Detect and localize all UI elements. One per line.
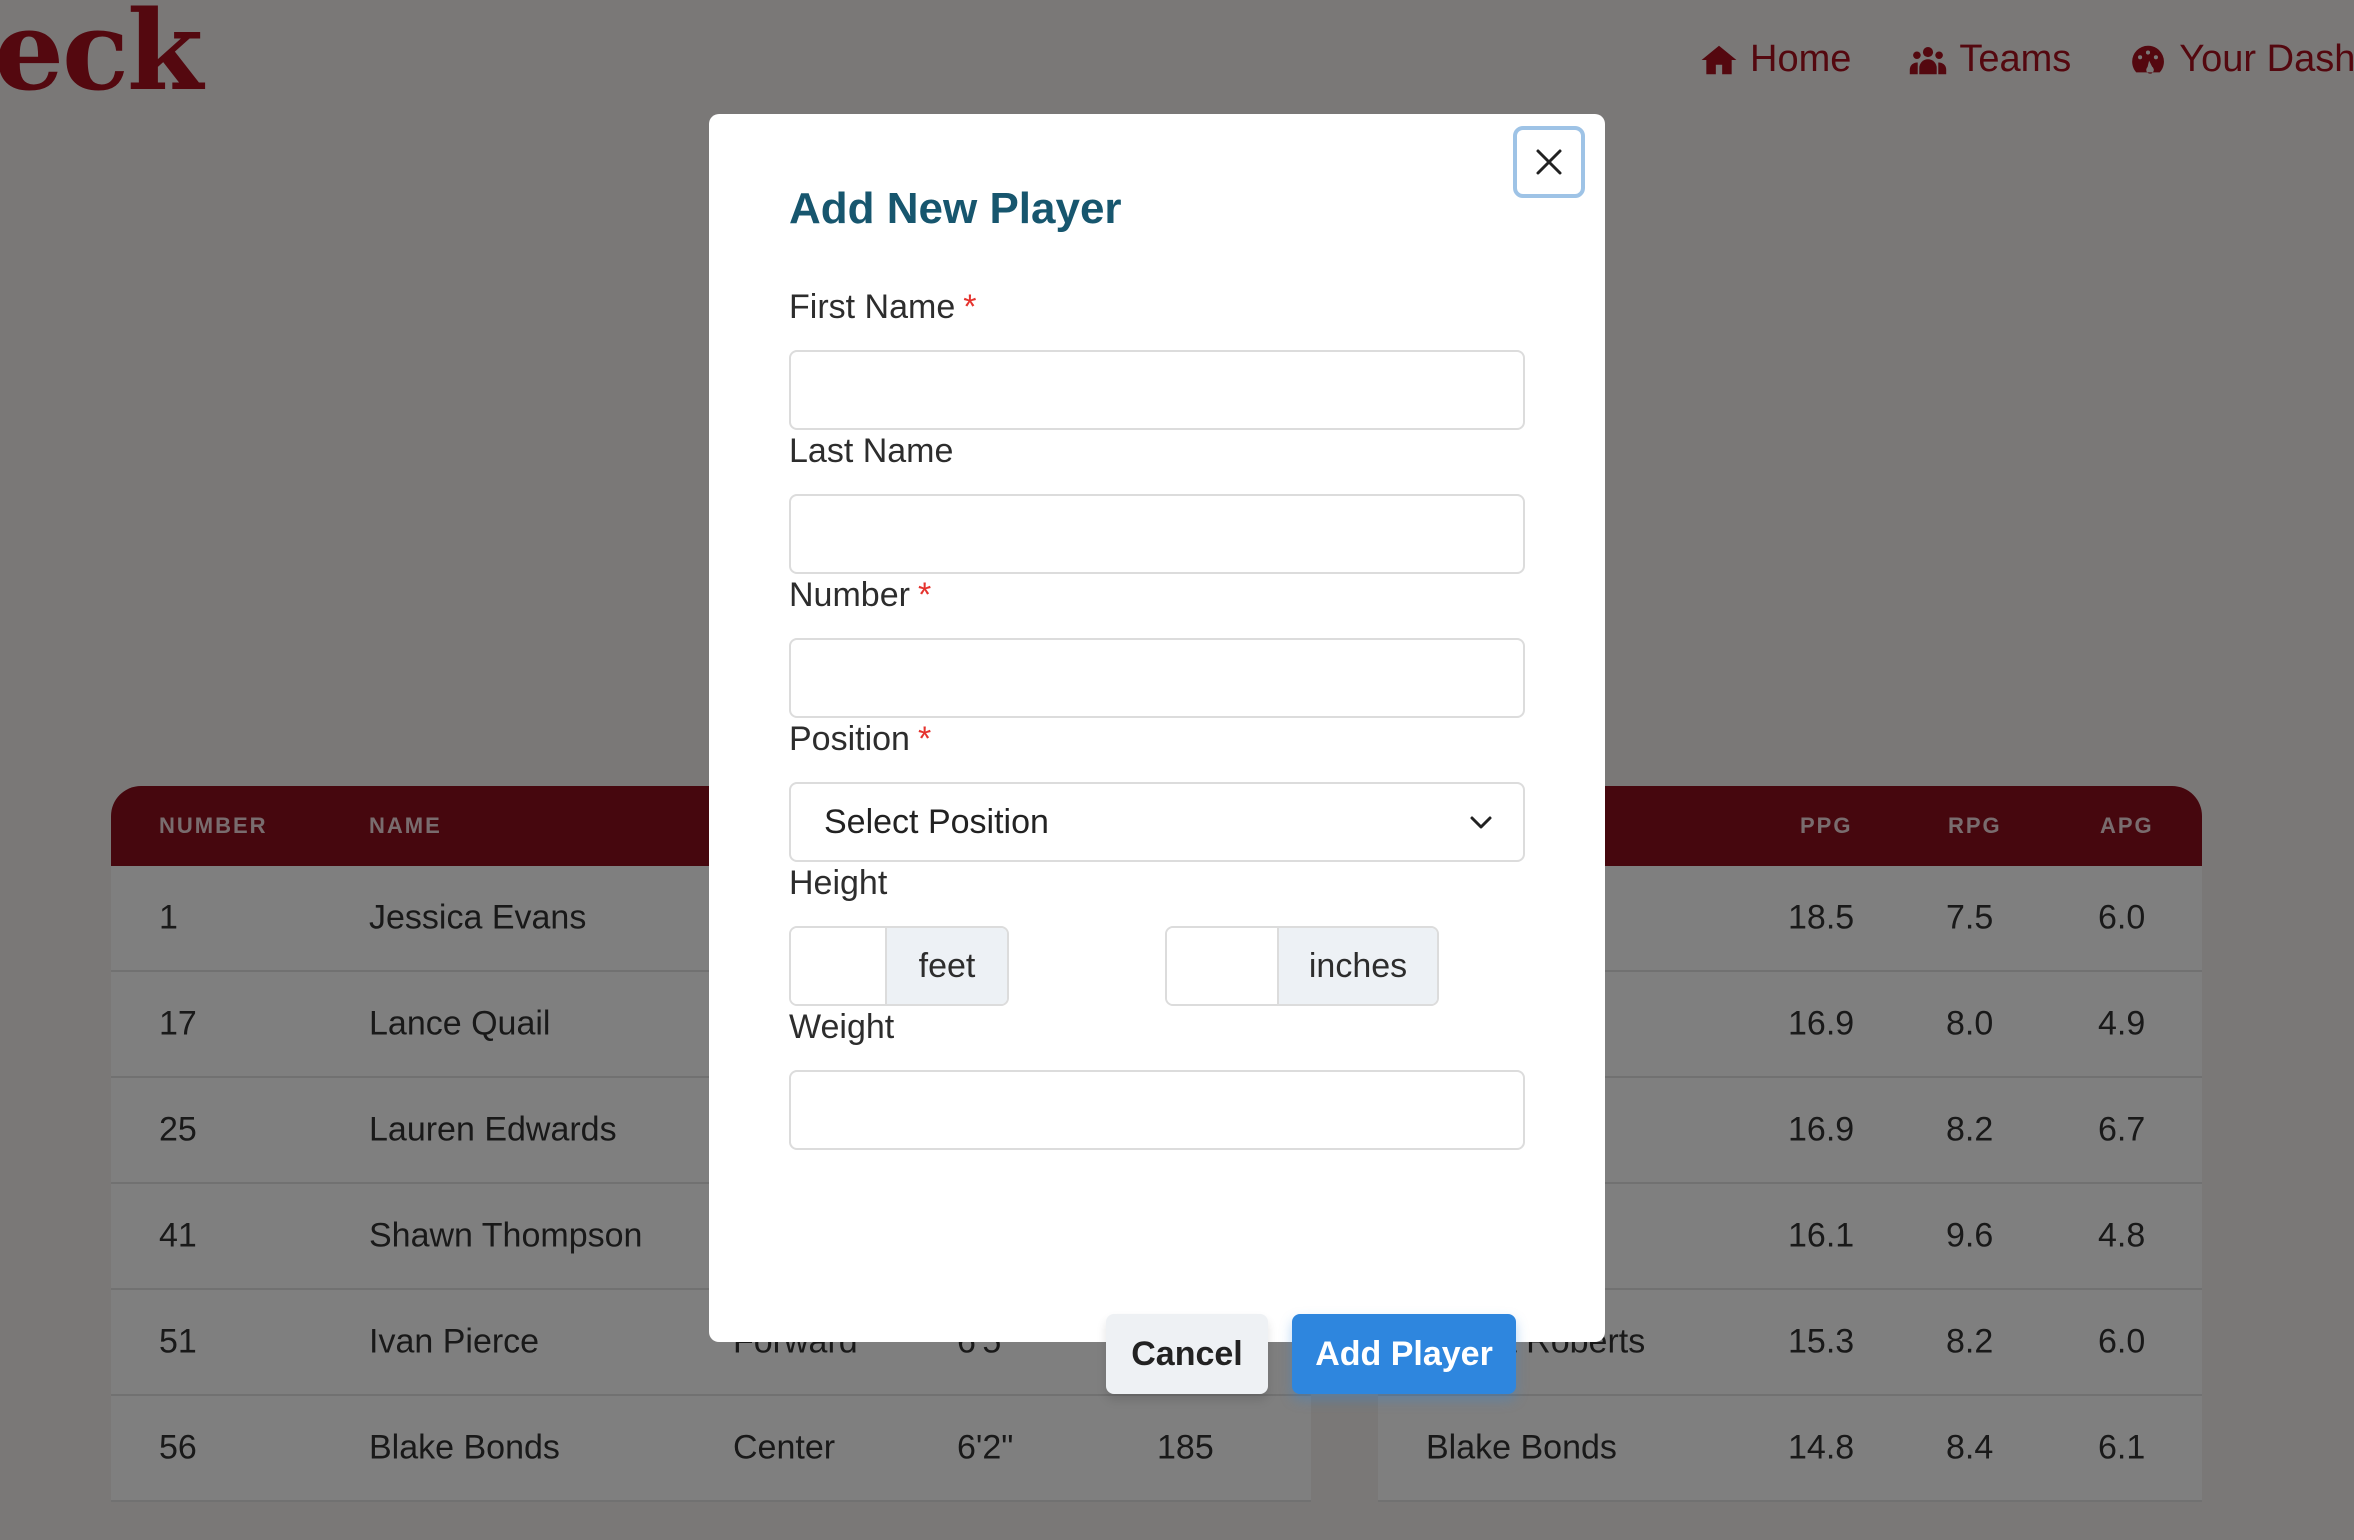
height-feet-input[interactable] xyxy=(791,928,885,1004)
number-input[interactable] xyxy=(789,638,1525,718)
height-label-text: Height xyxy=(789,864,888,902)
height-inches-group: inches xyxy=(1165,926,1439,1006)
weight-input[interactable] xyxy=(789,1070,1525,1150)
height-feet-group: feet xyxy=(789,926,1009,1006)
required-mark: * xyxy=(963,288,977,326)
number-label: Number * xyxy=(789,576,931,615)
height-label: Height xyxy=(789,864,887,903)
inches-unit-label: inches xyxy=(1277,928,1437,1004)
height-inches-input[interactable] xyxy=(1167,928,1277,1004)
weight-label: Weight xyxy=(789,1008,894,1047)
modal-title: Add New Player xyxy=(789,184,1122,233)
weight-label-text: Weight xyxy=(789,1008,895,1046)
feet-unit-label: feet xyxy=(885,928,1007,1004)
last-name-label: Last Name xyxy=(789,432,953,471)
position-label-text: Position xyxy=(789,720,910,758)
number-label-text: Number xyxy=(789,576,910,614)
first-name-input[interactable] xyxy=(789,350,1525,430)
add-player-button[interactable]: Add Player xyxy=(1292,1314,1516,1394)
cancel-button[interactable]: Cancel xyxy=(1106,1314,1268,1394)
first-name-label-text: First Name xyxy=(789,288,956,326)
close-icon xyxy=(1536,149,1562,175)
position-selected-value: Select Position xyxy=(824,802,1049,841)
required-mark: * xyxy=(917,720,932,758)
required-mark: * xyxy=(917,576,932,614)
close-button[interactable] xyxy=(1513,126,1585,198)
last-name-input[interactable] xyxy=(789,494,1525,574)
position-label: Position * xyxy=(789,720,931,759)
first-name-label: First Name * xyxy=(789,288,976,327)
chevron-down-icon xyxy=(1470,816,1492,829)
position-select[interactable]: Select Position xyxy=(789,782,1525,862)
add-player-modal: Add New Player First Name * Last Name Num… xyxy=(709,114,1605,1394)
last-name-label-text: Last Name xyxy=(789,432,954,470)
